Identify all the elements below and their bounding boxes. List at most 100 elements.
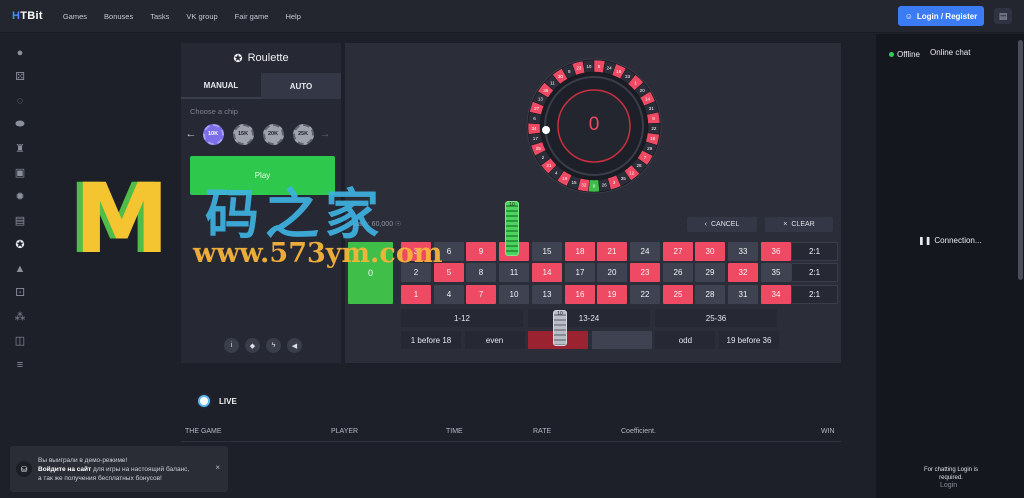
wheel-pocket-label: 13 — [538, 97, 544, 102]
chip-25k[interactable]: 25K — [292, 123, 314, 145]
bet-number-25[interactable]: 25 — [663, 285, 693, 304]
bet-number-10[interactable]: 10 — [499, 285, 529, 304]
bet-number-19[interactable]: 19 — [597, 285, 627, 304]
bet-number-32[interactable]: 32 — [728, 263, 758, 282]
wheel-pocket-label: 11 — [550, 80, 555, 85]
bet-number-23[interactable]: 23 — [630, 263, 660, 282]
bet-number-4[interactable]: 4 — [434, 285, 464, 304]
gear-wheel-icon[interactable]: ✹ — [12, 188, 28, 205]
bet-odd[interactable]: odd — [655, 331, 716, 349]
chip-20k[interactable]: 20K — [262, 123, 284, 145]
bet-number-9[interactable]: 9 — [466, 242, 496, 261]
bet-column-1[interactable]: 2:1 — [791, 242, 838, 261]
results-table-header: THE GAME PLAYER TIME RATE Coefficient. W… — [181, 424, 841, 442]
clear-button[interactable]: × CLEAR — [765, 217, 833, 232]
tower-icon[interactable]: ♜ — [12, 140, 28, 157]
nav-bonuses[interactable]: Bonuses — [104, 12, 133, 21]
bet-column-3[interactable]: 2:1 — [791, 285, 838, 304]
wheel-pocket-label: 33 — [625, 74, 631, 79]
wheel-pocket-label: 5 — [598, 64, 601, 69]
slot-icon[interactable]: ▣ — [12, 164, 28, 181]
wheel-pocket-label: 0 — [593, 184, 596, 189]
chat-title[interactable]: Online chat — [930, 48, 970, 57]
arrow-right-icon[interactable]: → — [318, 128, 332, 140]
bet-number-16[interactable]: 16 — [565, 285, 595, 304]
sound-icon[interactable]: ◀ — [287, 338, 302, 353]
toast-login-link[interactable]: Войдите на сайт — [38, 466, 91, 473]
login-register-button[interactable]: ☺ Login / Register — [898, 6, 984, 26]
bet-number-17[interactable]: 17 — [565, 263, 595, 282]
roulette-icon[interactable]: ✪ — [12, 236, 28, 253]
spinner-icon[interactable]: ◌ — [12, 92, 28, 109]
bet-number-7[interactable]: 7 — [466, 285, 496, 304]
bet-number-35[interactable]: 35 — [761, 263, 791, 282]
bet-number-8[interactable]: 8 — [466, 263, 496, 282]
bet-black[interactable] — [591, 331, 652, 349]
wheel-pocket-label: 3 — [613, 180, 616, 185]
wheel-pocket-label: 24 — [607, 66, 613, 71]
page-scrollbar[interactable] — [1018, 40, 1023, 280]
bomb-icon[interactable]: ● — [12, 44, 28, 61]
nav-vk-group[interactable]: VK group — [186, 12, 217, 21]
bet-number-30[interactable]: 30 — [695, 242, 725, 261]
bet-dozen-2[interactable]: 13-24 — [528, 309, 650, 327]
bet-number-31[interactable]: 31 — [728, 285, 758, 304]
wheel-pocket-label: 36 — [543, 88, 549, 93]
stack-icon[interactable]: ≡ — [12, 356, 28, 373]
bet-number-18[interactable]: 18 — [565, 242, 595, 261]
nav-tasks[interactable]: Tasks — [150, 12, 169, 21]
roulette-wheel: 0 32 15 19 4 21 2 25 17 34 6 27 13 36 11 30 8 23 10 5 24 16 33… — [526, 58, 662, 194]
tab-auto[interactable]: AUTO — [261, 73, 341, 99]
bet-even[interactable]: even — [464, 331, 525, 349]
bet-number-34[interactable]: 34 — [761, 285, 791, 304]
bet-number-20[interactable]: 20 — [597, 263, 627, 282]
bet-number-33[interactable]: 33 — [728, 242, 758, 261]
pyramid-icon[interactable]: ⁂ — [12, 308, 28, 325]
wheel-pocket-label: 8 — [568, 69, 571, 74]
shield-icon[interactable]: ◆ — [245, 338, 260, 353]
bet-number-28[interactable]: 28 — [695, 285, 725, 304]
dice-box-icon[interactable]: ⚀ — [12, 284, 28, 301]
chat-icon[interactable]: ▤ — [994, 8, 1012, 24]
roulette-icon: ✪ — [233, 52, 243, 65]
coins-icon[interactable]: ⬬ — [12, 116, 28, 133]
site-logo[interactable]: HTBit — [12, 10, 43, 22]
cards-icon[interactable]: ▤ — [12, 212, 28, 229]
lightning-icon[interactable]: ϟ — [266, 338, 281, 353]
nav-games[interactable]: Games — [63, 12, 87, 21]
bet-dozen-1[interactable]: 1-12 — [401, 309, 523, 327]
bet-number-21[interactable]: 21 — [597, 242, 627, 261]
arrow-left-icon[interactable]: ← — [184, 128, 198, 140]
info-icon[interactable]: i — [224, 338, 239, 353]
dice-icon[interactable]: ⚄ — [12, 68, 28, 85]
bet-number-11[interactable]: 11 — [499, 263, 529, 282]
chip-10k[interactable]: 10K — [202, 123, 224, 145]
bet-dozen-3[interactable]: 25-36 — [655, 309, 777, 327]
bet-number-22[interactable]: 22 — [630, 285, 660, 304]
bet-number-15[interactable]: 15 — [532, 242, 562, 261]
live-indicator: LIVE — [198, 395, 237, 407]
close-icon[interactable]: × — [215, 463, 220, 472]
bet-number-24[interactable]: 24 — [630, 242, 660, 261]
bet-number-29[interactable]: 29 — [695, 263, 725, 282]
box-icon[interactable]: ◫ — [12, 332, 28, 349]
chip-15k[interactable]: 15K — [232, 123, 254, 145]
bet-1-to-18[interactable]: 1 before 18 — [401, 331, 461, 349]
bet-number-27[interactable]: 27 — [663, 242, 693, 261]
bet-number-14[interactable]: 14 — [532, 263, 562, 282]
nav-help[interactable]: Help — [285, 12, 300, 21]
bet-number-13[interactable]: 13 — [532, 285, 562, 304]
bet-number-36[interactable]: 36 — [761, 242, 791, 261]
bet-number-1[interactable]: 1 — [401, 285, 431, 304]
wheel-pocket-label: 30 — [558, 74, 564, 79]
bet-column-2[interactable]: 2:1 — [791, 263, 838, 282]
tab-manual[interactable]: MANUAL — [181, 73, 261, 99]
cancel-button[interactable]: ‹ CANCEL — [687, 217, 757, 232]
chart-icon[interactable]: ▲ — [12, 260, 28, 277]
watermark-url: www.573ym.com — [193, 238, 443, 269]
wheel-pocket-label: 10 — [586, 64, 592, 69]
bet-19-to-36[interactable]: 19 before 36 — [719, 331, 779, 349]
bet-number-26[interactable]: 26 — [663, 263, 693, 282]
nav-fair-game[interactable]: Fair game — [235, 12, 269, 21]
chat-login-link[interactable]: Login — [940, 482, 957, 489]
